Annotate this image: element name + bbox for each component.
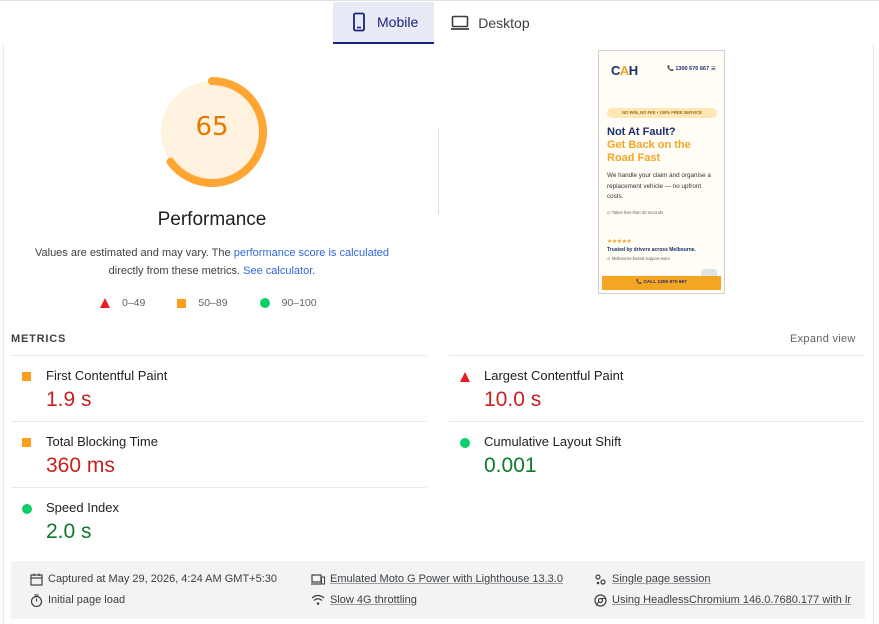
run-info-footer: Captured at May 29, 2026, 4:24 AM GMT+5:… bbox=[11, 561, 865, 619]
panel-right-border bbox=[873, 44, 874, 624]
preview-small-text: ◷ Takes less than 30 seconds bbox=[607, 210, 664, 215]
performance-score-link[interactable]: performance score is calculated bbox=[234, 247, 389, 259]
people-icon bbox=[593, 572, 607, 586]
performance-description: Values are estimated and may vary. The p… bbox=[30, 244, 394, 280]
mobile-icon bbox=[349, 12, 369, 32]
expand-view-button[interactable]: Expand view bbox=[790, 333, 856, 345]
metrics-divider bbox=[11, 355, 426, 356]
session-type[interactable]: Single page session bbox=[593, 572, 710, 586]
network-throttling-text: Slow 4G throttling bbox=[330, 594, 417, 606]
metrics-divider bbox=[449, 421, 865, 422]
metrics-divider bbox=[449, 355, 865, 356]
preview-call-button: 📞 CALL 1300 670 667 bbox=[602, 276, 721, 290]
preview-heading-2: Get Back on the Road Fast bbox=[607, 139, 691, 164]
captured-at: Captured at May 29, 2026, 4:24 AM GMT+5:… bbox=[29, 572, 277, 586]
metrics-divider bbox=[11, 421, 426, 422]
desktop-icon bbox=[450, 13, 470, 33]
tab-desktop-label: Desktop bbox=[478, 15, 530, 31]
device-tabs: Mobile Desktop bbox=[333, 2, 546, 44]
preview-phone: 📞 1300 670 667 bbox=[667, 66, 710, 72]
timer-icon bbox=[29, 593, 43, 607]
browser-version[interactable]: Using HeadlessChromium 146.0.7680.177 wi… bbox=[593, 593, 851, 607]
metric-value: 2.0 s bbox=[46, 520, 92, 543]
performance-title: Performance bbox=[157, 209, 267, 230]
pass-circle-icon bbox=[460, 438, 470, 448]
tab-desktop[interactable]: Desktop bbox=[434, 2, 545, 44]
fail-triangle-icon bbox=[100, 298, 110, 308]
metric-label: Largest Contentful Paint bbox=[484, 368, 624, 383]
network-throttling[interactable]: Slow 4G throttling bbox=[311, 593, 417, 607]
preview-trust: Trusted by drivers across Melbourne. bbox=[607, 247, 696, 253]
metric-value: 0.001 bbox=[484, 454, 537, 477]
metric-value: 10.0 s bbox=[484, 388, 542, 411]
desc-middle: directly from these metrics. bbox=[108, 265, 244, 277]
captured-at-text: Captured at May 29, 2026, 4:24 AM GMT+5:… bbox=[48, 573, 277, 585]
desc-suffix: . bbox=[312, 265, 316, 277]
metric-label: Speed Index bbox=[46, 500, 120, 515]
initial-page-load: Initial page load bbox=[29, 593, 125, 607]
preview-support: ⊙ Melbourne-based support team bbox=[607, 256, 670, 261]
browser-version-text: Using HeadlessChromium 146.0.7680.177 wi… bbox=[612, 594, 852, 606]
session-type-text: Single page session bbox=[612, 573, 711, 585]
metrics-title: METRICS bbox=[11, 333, 67, 345]
pass-circle-icon bbox=[22, 504, 32, 514]
desc-prefix: Values are estimated and may vary. The bbox=[34, 247, 234, 259]
performance-score: 65 bbox=[195, 112, 229, 142]
preview-logo: CAH bbox=[611, 63, 638, 78]
vertical-divider bbox=[438, 128, 439, 214]
calendar-icon bbox=[29, 572, 43, 586]
top-border bbox=[0, 0, 879, 1]
average-square-icon bbox=[177, 298, 187, 308]
legend-item-fail: 0–49 bbox=[100, 297, 145, 309]
panel-left-border bbox=[3, 44, 4, 624]
metric-label: Cumulative Layout Shift bbox=[484, 434, 622, 449]
preview-body: We handle your claim and organise a repl… bbox=[607, 172, 711, 200]
fail-triangle-icon bbox=[460, 372, 470, 382]
page-screenshot-preview[interactable]: CAH 📞 1300 670 667 ≡ NO WIN, NO FEE • 10… bbox=[598, 50, 725, 294]
metric-cumulative-layout-shift: Cumulative Layout Shift 0.001 bbox=[460, 432, 860, 498]
devices-icon bbox=[311, 572, 325, 586]
metric-label: Total Blocking Time bbox=[46, 434, 158, 449]
average-square-icon bbox=[22, 372, 31, 381]
average-square-icon bbox=[22, 438, 31, 447]
metric-value: 360 ms bbox=[46, 454, 115, 477]
preview-heading-1: Not At Fault? bbox=[607, 126, 676, 138]
wifi-icon bbox=[311, 593, 325, 607]
legend-item-pass: 90–100 bbox=[259, 297, 317, 309]
emulated-device-text: Emulated Moto G Power with Lighthouse 13… bbox=[330, 573, 563, 585]
legend-item-average: 50–89 bbox=[177, 297, 228, 309]
initial-page-load-text: Initial page load bbox=[48, 594, 126, 606]
preview-heading: Not At Fault? Get Back on the Road Fast bbox=[607, 126, 719, 165]
tab-mobile[interactable]: Mobile bbox=[333, 2, 435, 44]
metric-value: 1.9 s bbox=[46, 388, 92, 411]
pass-circle-icon bbox=[259, 298, 270, 308]
legend-range: 90–100 bbox=[281, 297, 317, 309]
see-calculator-link[interactable]: See calculator bbox=[243, 265, 312, 277]
metric-total-blocking-time: Total Blocking Time 360 ms bbox=[22, 432, 422, 498]
preview-menu-icon: ≡ bbox=[711, 64, 716, 73]
metric-largest-contentful-paint: Largest Contentful Paint 10.0 s bbox=[460, 366, 860, 432]
emulated-device[interactable]: Emulated Moto G Power with Lighthouse 13… bbox=[311, 572, 563, 586]
chrome-icon bbox=[593, 593, 607, 607]
tab-mobile-label: Mobile bbox=[377, 14, 419, 30]
metrics-divider bbox=[11, 487, 426, 488]
legend-range: 50–89 bbox=[198, 297, 228, 309]
metric-speed-index: Speed Index 2.0 s bbox=[22, 498, 422, 564]
preview-badge: NO WIN, NO FEE • 100% FREE SERVICE bbox=[607, 108, 717, 118]
preview-stars: ★★★★★ bbox=[607, 239, 632, 245]
metric-first-contentful-paint: First Contentful Paint 1.9 s bbox=[22, 366, 422, 432]
score-legend: 0–49 50–89 90–100 bbox=[100, 297, 349, 309]
metric-label: First Contentful Paint bbox=[46, 368, 168, 383]
legend-range: 0–49 bbox=[122, 297, 146, 309]
